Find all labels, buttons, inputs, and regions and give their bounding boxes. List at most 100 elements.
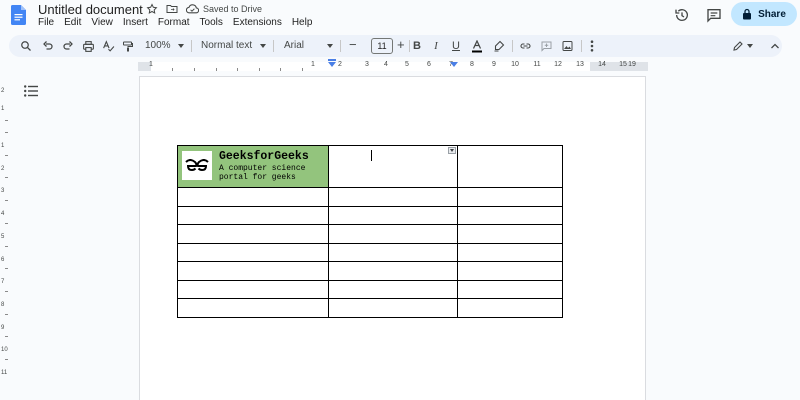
- ruler-label: 15: [619, 61, 627, 68]
- insert-image-icon[interactable]: [559, 38, 575, 54]
- document-outline-icon[interactable]: [24, 85, 38, 97]
- move-to-folder-icon[interactable]: [165, 2, 179, 16]
- menu-format[interactable]: Format: [153, 17, 195, 28]
- menu-extensions[interactable]: Extensions: [228, 17, 287, 28]
- table-cell[interactable]: [328, 261, 458, 281]
- menu-view[interactable]: View: [86, 17, 118, 28]
- editing-mode-caret-icon[interactable]: [747, 44, 753, 48]
- increase-font-size-button[interactable]: +: [397, 37, 405, 52]
- share-button[interactable]: Share: [731, 2, 797, 26]
- table-cell[interactable]: [457, 205, 563, 225]
- horizontal-ruler[interactable]: 1 1 2 3 4 5 6 7 8 9 10 11 12 13 14 15 19: [138, 59, 648, 73]
- menu-file[interactable]: File: [38, 17, 59, 28]
- ruler-label: 12: [554, 61, 562, 68]
- table-cell[interactable]: [328, 298, 458, 318]
- geeksforgeeks-logo-icon: [182, 151, 212, 180]
- cell-subtitle-line-1: A computer science: [219, 164, 306, 173]
- menu-help[interactable]: Help: [287, 17, 318, 28]
- left-indent-marker[interactable]: [328, 62, 336, 67]
- cell-options-dropdown-icon[interactable]: [448, 147, 456, 154]
- table-cell[interactable]: [328, 224, 458, 244]
- table-cell[interactable]: [177, 205, 329, 225]
- vruler-tick: [5, 291, 8, 292]
- vruler-label: 8: [1, 302, 5, 308]
- table-cell[interactable]: [457, 145, 563, 188]
- toolbar-divider: [273, 40, 274, 52]
- table-cell[interactable]: [328, 279, 458, 299]
- table-row: [177, 279, 563, 299]
- document-title[interactable]: Untitled document: [38, 2, 143, 17]
- font-select[interactable]: Arial: [284, 40, 304, 51]
- table-cell[interactable]: [177, 224, 329, 244]
- paragraph-style-select[interactable]: Normal text: [201, 40, 252, 51]
- cloud-saved-icon[interactable]: [185, 2, 199, 16]
- table-cell[interactable]: [457, 279, 563, 299]
- ruler-tick: [280, 68, 281, 71]
- table-row: GeeksforGeeks A computer science portal …: [177, 145, 563, 188]
- document-table[interactable]: GeeksforGeeks A computer science portal …: [177, 145, 563, 318]
- right-indent-marker[interactable]: [450, 62, 458, 67]
- decrease-font-size-button[interactable]: −: [349, 37, 357, 52]
- table-cell[interactable]: [177, 261, 329, 281]
- ruler-label: 3: [365, 61, 369, 68]
- spellcheck-icon[interactable]: [100, 38, 116, 54]
- font-caret-icon[interactable]: [327, 44, 333, 48]
- print-icon[interactable]: [80, 38, 96, 54]
- zoom-caret-icon[interactable]: [178, 44, 184, 48]
- vertical-ruler[interactable]: 2 1 1 2 3 4 5 6 7 8 9 10 11: [0, 76, 9, 400]
- table-cell[interactable]: [457, 261, 563, 281]
- undo-icon[interactable]: [40, 38, 56, 54]
- zoom-select[interactable]: 100%: [145, 40, 171, 51]
- style-caret-icon[interactable]: [260, 44, 266, 48]
- google-docs-logo-icon[interactable]: [11, 5, 26, 25]
- ruler-tick: [194, 68, 195, 71]
- table-row: [177, 224, 563, 244]
- first-line-indent-marker[interactable]: [328, 59, 336, 61]
- ruler-label: 6: [427, 61, 431, 68]
- vruler-label: 7: [1, 279, 5, 285]
- table-cell[interactable]: [457, 298, 563, 318]
- table-cell[interactable]: [328, 205, 458, 225]
- star-icon[interactable]: [145, 2, 159, 16]
- table-cell[interactable]: [328, 242, 458, 262]
- redo-icon[interactable]: [60, 38, 76, 54]
- insert-link-icon[interactable]: [517, 38, 533, 54]
- bold-icon[interactable]: B: [409, 38, 425, 54]
- comments-icon[interactable]: [705, 6, 723, 24]
- italic-icon[interactable]: I: [428, 38, 444, 54]
- table-cell-active[interactable]: [328, 145, 458, 188]
- add-comment-icon[interactable]: [538, 38, 554, 54]
- vruler-tick: [5, 314, 8, 315]
- table-cell[interactable]: [328, 187, 458, 207]
- more-options-icon[interactable]: [584, 38, 600, 54]
- ruler-label: 8: [470, 61, 474, 68]
- table-cell[interactable]: [177, 298, 329, 318]
- table-cell[interactable]: [177, 279, 329, 299]
- menu-edit[interactable]: Edit: [59, 17, 86, 28]
- menu-tools[interactable]: Tools: [195, 17, 228, 28]
- paint-format-icon[interactable]: [120, 38, 136, 54]
- vruler-label: 10: [1, 347, 8, 353]
- share-label: Share: [758, 8, 786, 20]
- search-menus-icon[interactable]: [18, 38, 34, 54]
- vruler-tick: [5, 132, 8, 133]
- collapse-menus-icon[interactable]: [767, 38, 783, 54]
- table-cell[interactable]: [457, 187, 563, 207]
- table-cell[interactable]: [177, 187, 329, 207]
- table-row: [177, 261, 563, 281]
- table-cell[interactable]: [457, 242, 563, 262]
- editing-mode-icon[interactable]: [730, 38, 746, 54]
- ruler-tick: [237, 68, 238, 71]
- underline-icon[interactable]: U: [448, 38, 464, 54]
- vruler-label: 1: [1, 106, 5, 112]
- highlight-color-icon[interactable]: [491, 38, 507, 54]
- table-cell[interactable]: [177, 242, 329, 262]
- menu-insert[interactable]: Insert: [118, 17, 153, 28]
- font-size-input[interactable]: 11: [371, 38, 393, 54]
- text-color-icon[interactable]: [469, 38, 485, 54]
- table-cell-geeksforgeeks[interactable]: GeeksforGeeks A computer science portal …: [177, 145, 329, 188]
- ruler-label: 1: [149, 61, 153, 68]
- version-history-icon[interactable]: [673, 6, 691, 24]
- table-cell[interactable]: [457, 224, 563, 244]
- vruler-label: 3: [1, 188, 5, 194]
